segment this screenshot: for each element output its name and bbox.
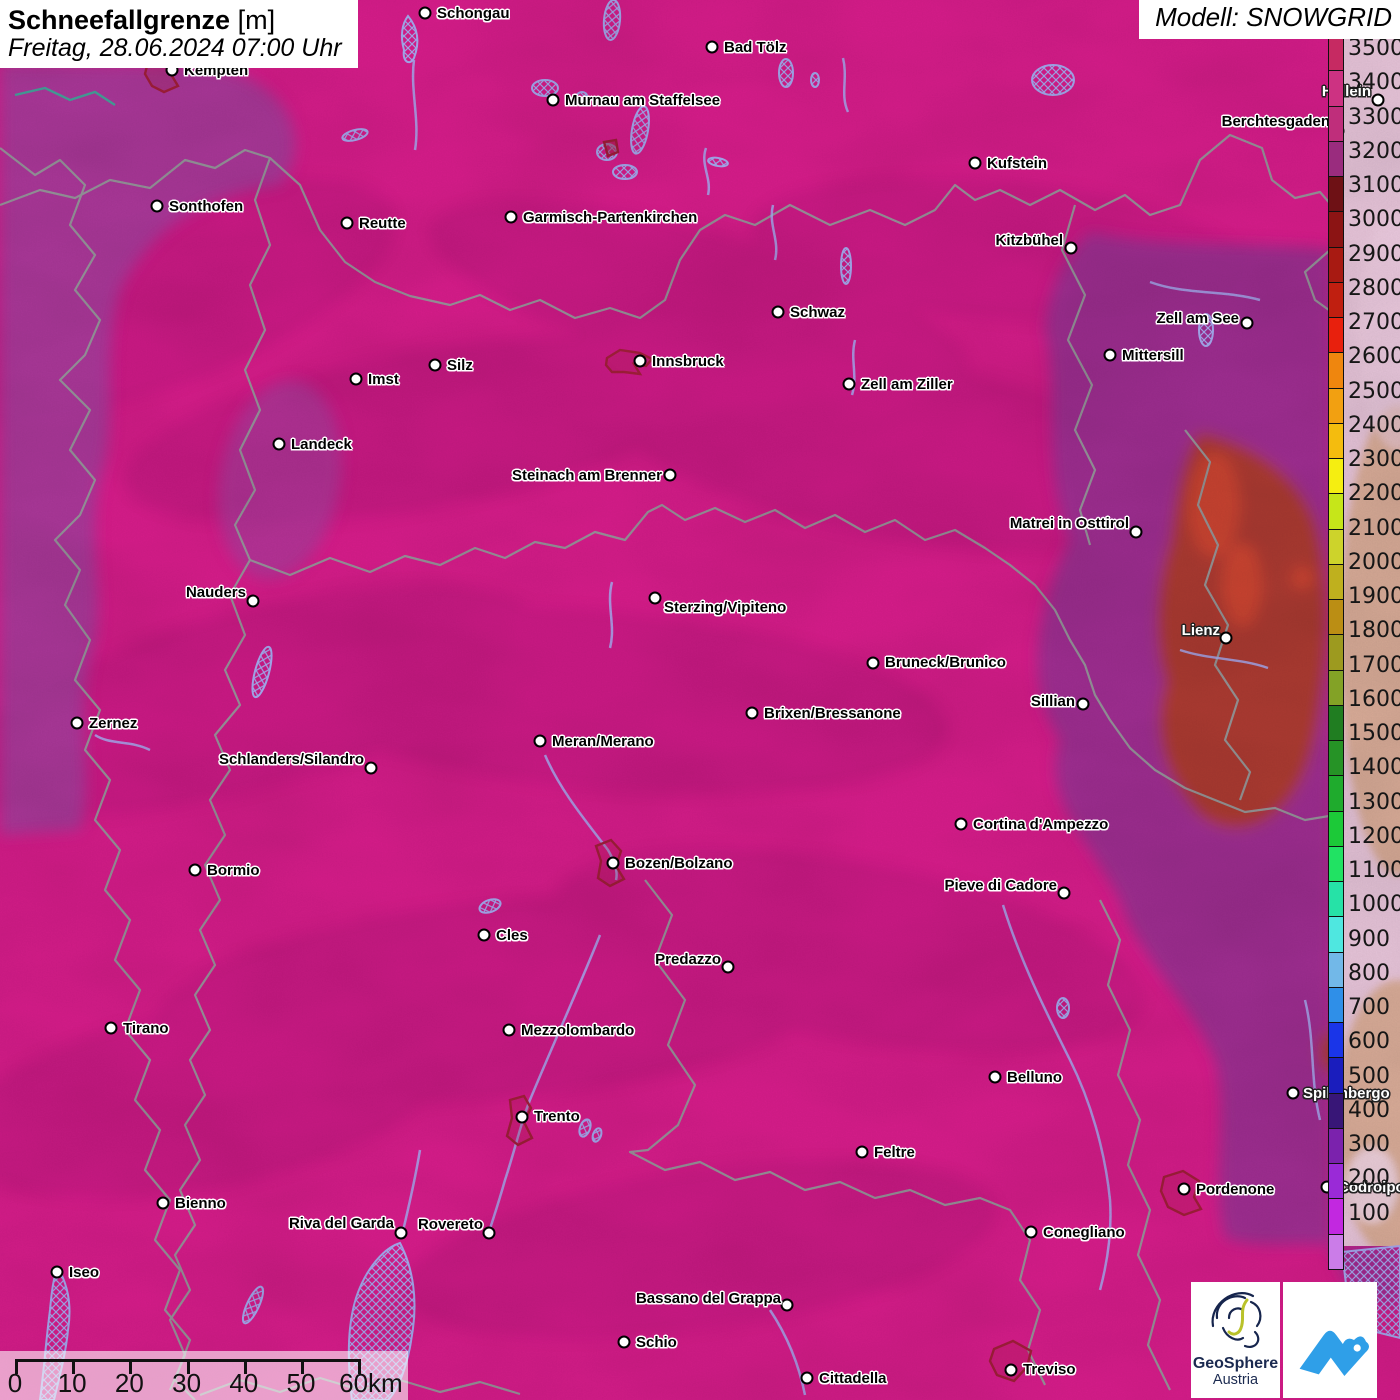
datetime-label: Freitag, 28.06.2024 07:00 Uhr bbox=[8, 34, 342, 62]
colorbar-tick-label-3100: 3100 bbox=[1348, 173, 1400, 198]
colorbar bbox=[1328, 35, 1344, 1270]
title-text: Schneefallgrenze bbox=[8, 5, 231, 35]
scalebar-label-10: 10 bbox=[57, 1368, 87, 1398]
colorbar-segment-3000 bbox=[1329, 211, 1343, 247]
colorbar-tick-label-2600: 2600 bbox=[1348, 344, 1400, 370]
colorbar-tick-label-3400: 3400 bbox=[1348, 70, 1400, 96]
avalanche-mountain-icon bbox=[1299, 1330, 1370, 1376]
colorbar-segment-3300 bbox=[1329, 105, 1343, 141]
colorbar-tick-label-1400: 1400 bbox=[1348, 755, 1400, 781]
colorbar-tick-label-300: 300 bbox=[1348, 1132, 1390, 1157]
colorbar-segment-1600 bbox=[1329, 704, 1343, 740]
colorbar-tick-label-600: 600 bbox=[1348, 1029, 1390, 1055]
page-title: Schneefallgrenze [m] bbox=[8, 5, 342, 35]
title-box: Schneefallgrenze [m] Freitag, 28.06.2024… bbox=[0, 0, 358, 68]
scalebar-label-0: 0 bbox=[7, 1368, 23, 1398]
geosphere-logo-subtext: Austria bbox=[1212, 1372, 1259, 1388]
colorbar-tick-label-700: 700 bbox=[1348, 995, 1390, 1020]
colorbar-segment-1800 bbox=[1329, 634, 1343, 670]
colorbar-tick-label-1800: 1800 bbox=[1348, 618, 1400, 644]
colorbar-segment-700 bbox=[1329, 1022, 1343, 1058]
weather-map-page: Schongau Bad Tölz Kempten Murnau am Staffel… bbox=[0, 0, 1400, 1400]
colorbar-tick-label-2900: 2900 bbox=[1348, 241, 1400, 267]
colorbar-segment-1400 bbox=[1329, 775, 1343, 811]
colorbar-tick-label-1900: 1900 bbox=[1348, 584, 1400, 609]
colorbar-segment-2400 bbox=[1329, 422, 1343, 458]
colorbar-tick-label-1300: 1300 bbox=[1348, 789, 1400, 815]
colorbar-segment-1100 bbox=[1329, 881, 1343, 917]
scalebar-label-60km: 60km bbox=[339, 1368, 403, 1398]
colorbar-tick-label-400: 400 bbox=[1348, 1097, 1390, 1123]
model-label: Modell: SNOWGRID bbox=[1139, 0, 1400, 39]
colorbar-tick-label-2100: 2100 bbox=[1348, 515, 1400, 541]
colorbar-tick-label-1000: 1000 bbox=[1348, 892, 1400, 918]
scalebar-label-40: 40 bbox=[229, 1368, 259, 1398]
geosphere-contour-icon bbox=[1211, 1292, 1261, 1348]
colorbar-tick-label-2500: 2500 bbox=[1348, 378, 1400, 404]
colorbar-segment-2100 bbox=[1329, 528, 1343, 564]
colorbar-tick-label-1200: 1200 bbox=[1348, 823, 1400, 849]
scalebar-label-50: 50 bbox=[286, 1368, 316, 1398]
colorbar-segment-3500 bbox=[1329, 36, 1343, 71]
colorbar-segment-1200 bbox=[1329, 845, 1343, 881]
colorbar-segment-600 bbox=[1329, 1057, 1343, 1093]
colorbar-tick-label-2300: 2300 bbox=[1348, 447, 1400, 472]
colorbar-segment-100 bbox=[1329, 1233, 1343, 1269]
colorbar-segment-400 bbox=[1329, 1127, 1343, 1163]
colorbar-tick-label-100: 100 bbox=[1348, 1200, 1390, 1226]
colorbar-segment-900 bbox=[1329, 951, 1343, 987]
colorbar-tick-label-500: 500 bbox=[1348, 1063, 1390, 1089]
colorbar-tick-label-2800: 2800 bbox=[1348, 275, 1400, 301]
scalebar-label-20: 20 bbox=[114, 1368, 144, 1398]
colorbar-segment-300 bbox=[1329, 1163, 1343, 1199]
colorbar-tick-label-900: 900 bbox=[1348, 926, 1390, 952]
avalanche-logo-box bbox=[1283, 1282, 1377, 1398]
colorbar-segment-2000 bbox=[1329, 563, 1343, 599]
colorbar-segment-2700 bbox=[1329, 317, 1343, 353]
colorbar-tick-label-1600: 1600 bbox=[1348, 686, 1400, 712]
colorbar-segment-2600 bbox=[1329, 352, 1343, 388]
colorbar-segment-2800 bbox=[1329, 281, 1343, 317]
colorbar-tick-label-3000: 3000 bbox=[1348, 207, 1400, 233]
colorbar-tick-label-800: 800 bbox=[1348, 960, 1390, 986]
scalebar-label-30: 30 bbox=[172, 1368, 202, 1398]
noise-texture bbox=[0, 0, 1400, 1400]
colorbar-tick-label-2700: 2700 bbox=[1348, 310, 1400, 335]
colorbar-segment-1300 bbox=[1329, 810, 1343, 846]
colorbar-segment-500 bbox=[1329, 1092, 1343, 1128]
colorbar-segment-2300 bbox=[1329, 458, 1343, 494]
colorbar-tick-label-2000: 2000 bbox=[1348, 549, 1400, 575]
colorbar-segment-3100 bbox=[1329, 176, 1343, 212]
colorbar-segment-2900 bbox=[1329, 246, 1343, 282]
colorbar-tick-label-2400: 2400 bbox=[1348, 412, 1400, 438]
colorbar-segment-1000 bbox=[1329, 916, 1343, 952]
colorbar-segment-3200 bbox=[1329, 140, 1343, 176]
geosphere-logo-text: GeoSphere bbox=[1192, 1355, 1279, 1372]
colorbar-tick-label-1100: 1100 bbox=[1348, 858, 1400, 883]
colorbar-tick-label-200: 200 bbox=[1348, 1166, 1390, 1192]
title-unit: [m] bbox=[230, 5, 276, 35]
map-background bbox=[0, 0, 1400, 1400]
colorbar-segment-2500 bbox=[1329, 387, 1343, 423]
colorbar-tick-label-3500: 3500 bbox=[1348, 36, 1400, 61]
colorbar-tick-label-1700: 1700 bbox=[1348, 652, 1400, 678]
colorbar-segment-1500 bbox=[1329, 740, 1343, 776]
geosphere-logo-box: GeoSphere Austria bbox=[1191, 1282, 1280, 1398]
colorbar-tick-label-2200: 2200 bbox=[1348, 481, 1400, 507]
colorbar-segment-1900 bbox=[1329, 599, 1343, 635]
colorbar-segment-200 bbox=[1329, 1198, 1343, 1234]
colorbar-segment-1700 bbox=[1329, 669, 1343, 705]
map-scalebar: 0 10 20 30 40 50 60km bbox=[0, 1351, 408, 1400]
colorbar-segment-2200 bbox=[1329, 493, 1343, 529]
colorbar-tick-label-3300: 3300 bbox=[1348, 104, 1400, 130]
colorbar-segment-800 bbox=[1329, 986, 1343, 1022]
colorbar-segment-3400 bbox=[1329, 70, 1343, 106]
colorbar-tick-label-1500: 1500 bbox=[1348, 721, 1400, 746]
colorbar-tick-label-3200: 3200 bbox=[1348, 138, 1400, 164]
